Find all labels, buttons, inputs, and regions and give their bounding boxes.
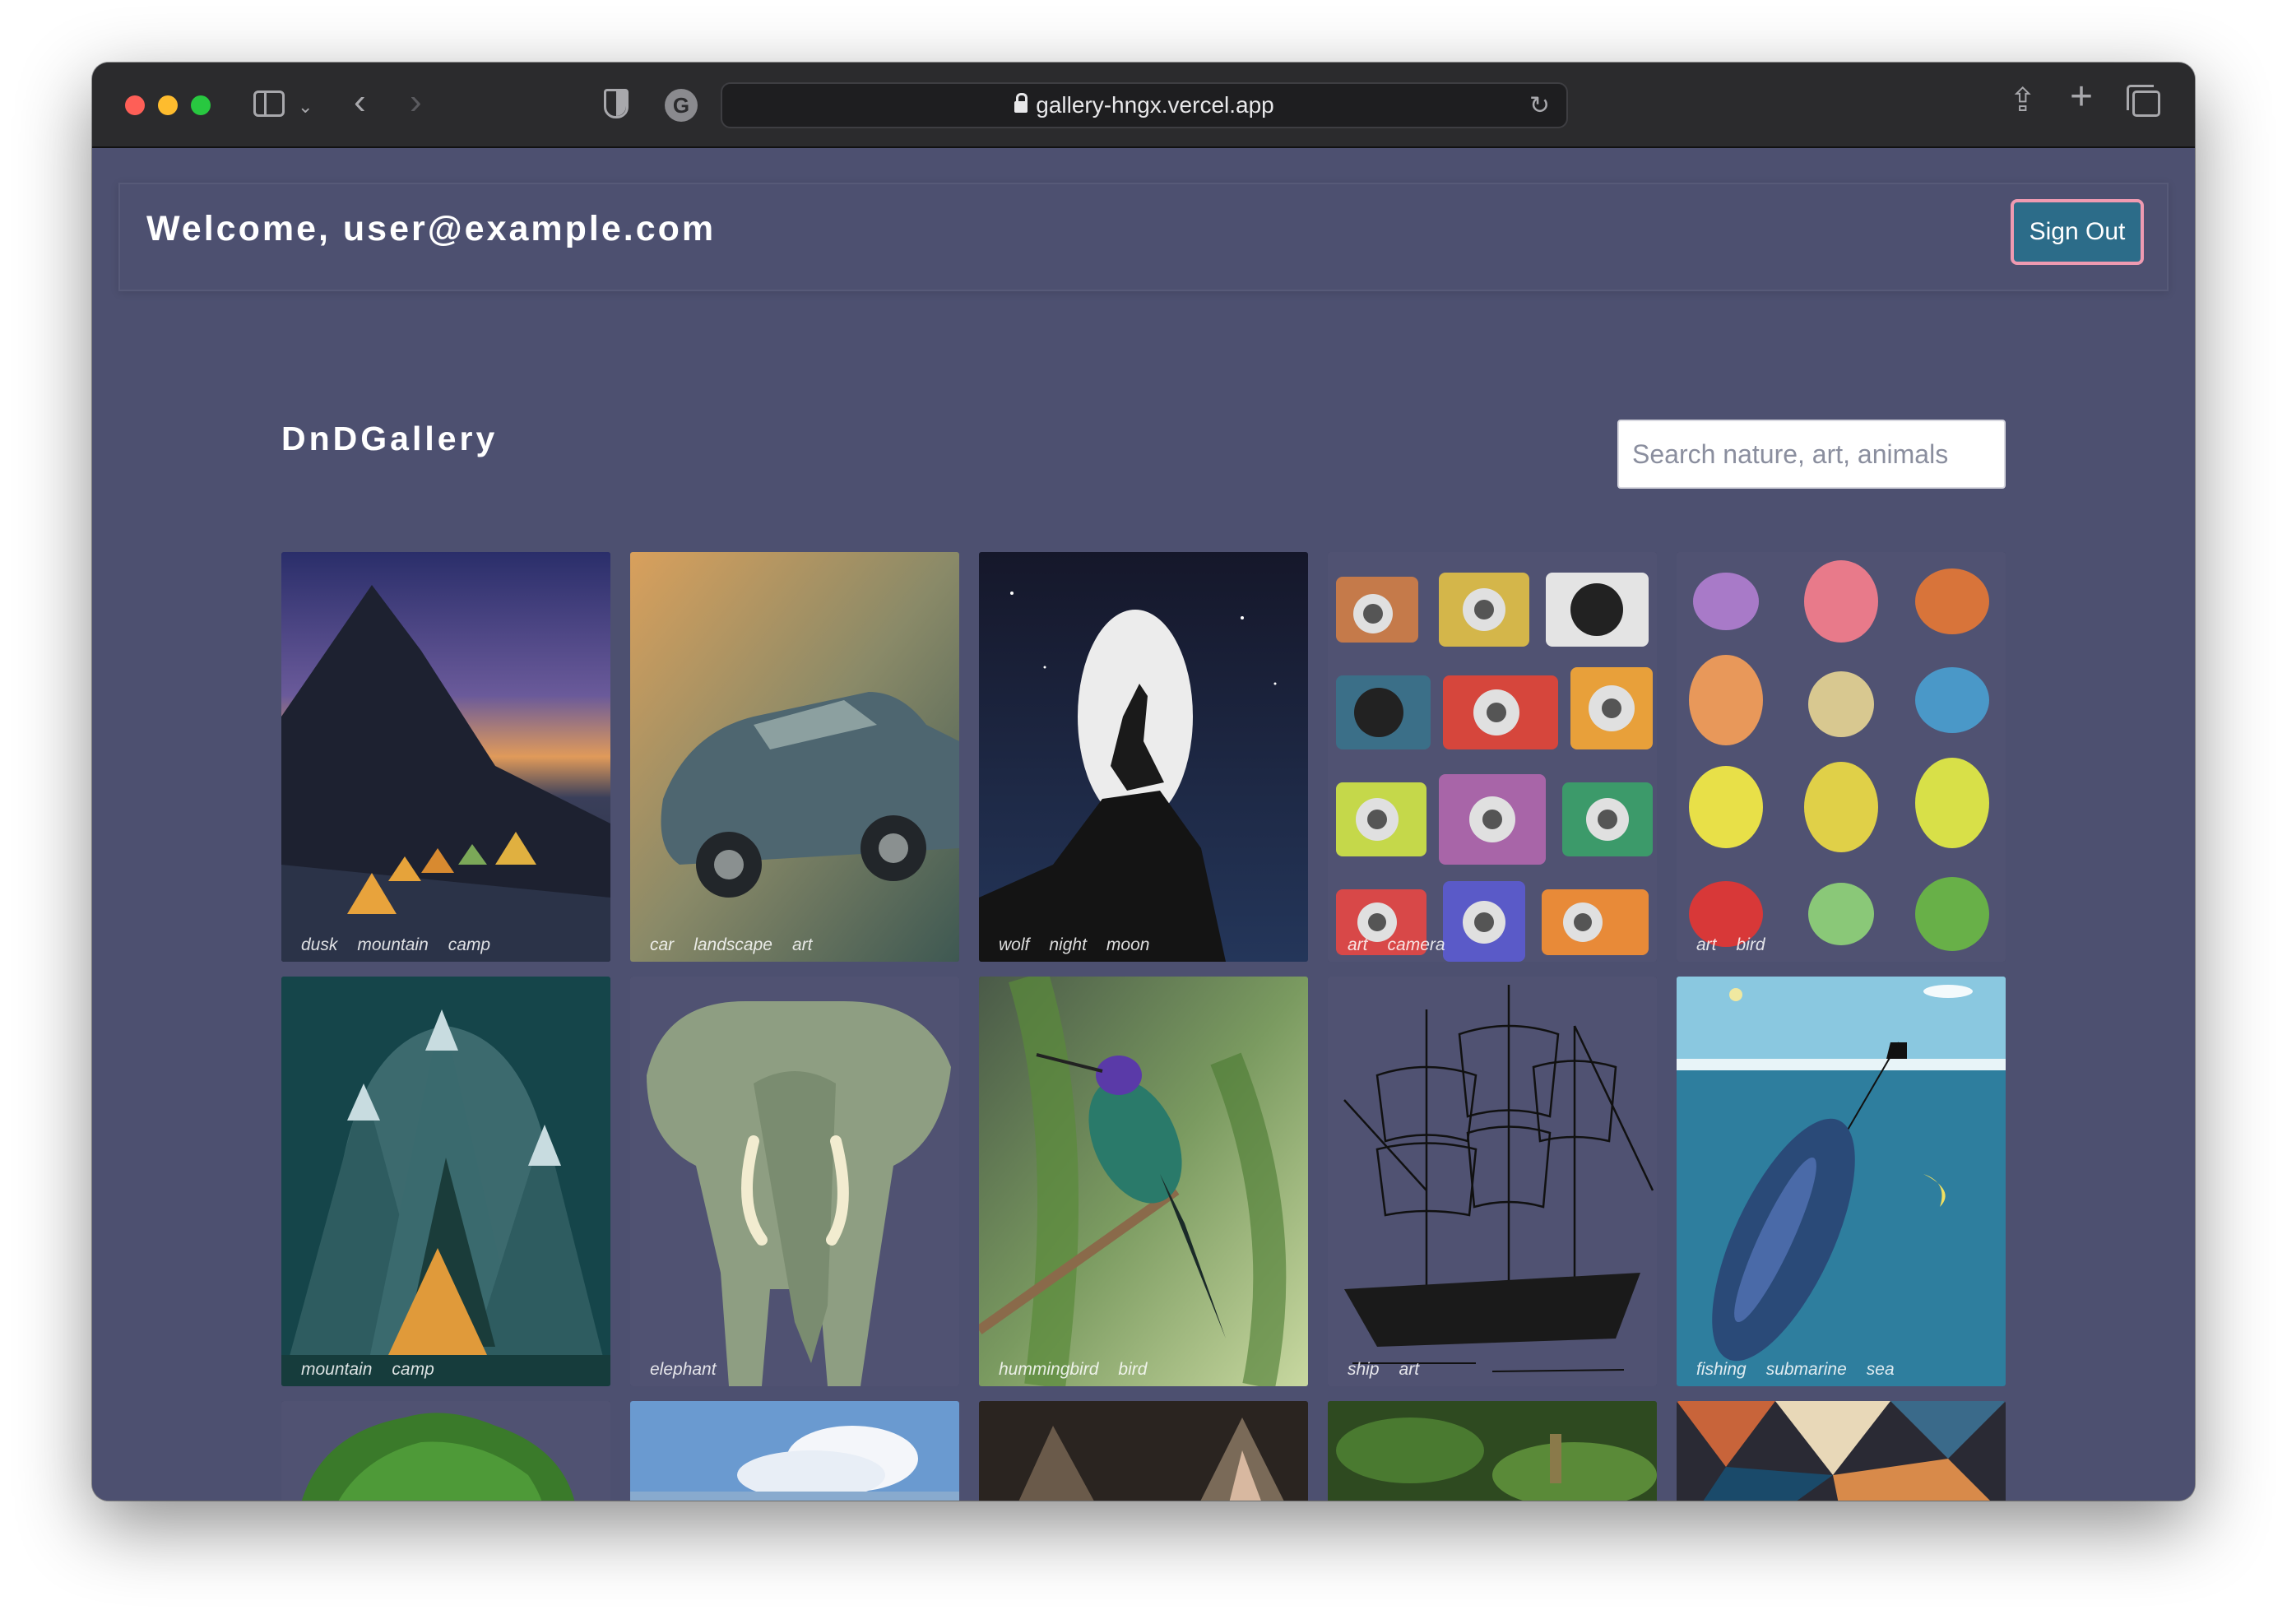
tag: art (1399, 1360, 1420, 1379)
elephant-image (630, 977, 959, 1386)
tag: mountain (357, 935, 429, 954)
browser-toolbar: ⌄ ‹ › G gallery-hngx.vercel.app ↻ ⇪ + (92, 63, 2195, 148)
tent-mountains-image (281, 977, 610, 1386)
card-tags: wolf night moon (999, 935, 1149, 955)
forward-arrow-icon[interactable]: › (410, 84, 422, 120)
tag: ship (1348, 1360, 1380, 1379)
welcome-message: Welcome, user@example.com (146, 209, 717, 248)
grass-field-image (1328, 1401, 1657, 1501)
abstract-painting-image (1677, 1401, 2006, 1501)
tag: art (791, 935, 813, 954)
cat-image (979, 1401, 1308, 1501)
tree-image (281, 1401, 610, 1501)
tag: car (650, 935, 675, 954)
sailing-ship-image (1328, 977, 1657, 1386)
card-tags: ship art (1348, 1360, 1419, 1380)
card-tags: mountain camp (301, 1360, 434, 1380)
gallery-card[interactable] (979, 1401, 1308, 1501)
tag: night (1049, 935, 1087, 954)
gallery-card[interactable] (1328, 1401, 1657, 1501)
app-header: Welcome, user@example.com Sign Out (118, 183, 2169, 291)
tag: landscape (694, 935, 772, 954)
card-tags: hummingbird bird (999, 1360, 1147, 1380)
tag: submarine (1765, 1360, 1847, 1379)
gallery-card[interactable]: art bird (1677, 552, 2006, 962)
gallery-card[interactable]: elephant (630, 977, 959, 1386)
card-tags: art camera (1348, 935, 1445, 955)
tag: moon (1106, 935, 1150, 954)
gallery-card[interactable]: fishing submarine sea (1677, 977, 2006, 1386)
grammarly-extension-icon[interactable]: G (665, 89, 698, 122)
gallery-grid: dusk mountain camp car landscape art wol… (281, 552, 2006, 1501)
card-tags: fishing submarine sea (1696, 1360, 1895, 1380)
search-input[interactable] (1617, 420, 2006, 489)
tag: bird (1118, 1360, 1148, 1379)
close-window-button[interactable] (125, 95, 145, 115)
tag: dusk (301, 935, 338, 954)
browser-window: ⌄ ‹ › G gallery-hngx.vercel.app ↻ ⇪ + We… (92, 63, 2195, 1501)
sidebar-toggle-icon[interactable] (253, 90, 285, 117)
address-bar[interactable]: gallery-hngx.vercel.app ↻ (721, 82, 1568, 128)
new-tab-icon[interactable]: + (2070, 77, 2093, 117)
gallery-card[interactable]: car landscape art (630, 552, 959, 962)
cartoon-cameras-image (1328, 552, 1657, 962)
tag: camp (448, 935, 491, 954)
clouds-sky-image (630, 1401, 959, 1501)
minimize-window-button[interactable] (158, 95, 178, 115)
tag: mountain (301, 1360, 373, 1379)
card-tags: art bird (1696, 935, 1765, 955)
tents-mountain-image (281, 552, 610, 962)
wolf-moon-image (979, 552, 1308, 962)
sign-out-button[interactable]: Sign Out (2011, 199, 2144, 265)
back-arrow-icon[interactable]: ‹ (354, 84, 366, 120)
whale-submarine-image (1677, 977, 2006, 1386)
tag: sea (1866, 1360, 1895, 1379)
cartoon-birds-image (1677, 552, 2006, 962)
zoom-window-button[interactable] (191, 95, 211, 115)
gallery-card[interactable]: art camera (1328, 552, 1657, 962)
tag: fishing (1696, 1360, 1747, 1379)
tab-overview-icon[interactable] (2127, 85, 2160, 117)
vintage-car-image (630, 552, 959, 962)
gallery-card[interactable] (630, 1401, 959, 1501)
gallery-card[interactable] (1677, 1401, 2006, 1501)
tag: art (1696, 935, 1717, 954)
page-content: Welcome, user@example.com Sign Out DnDGa… (92, 148, 2195, 1501)
tag: hummingbird (999, 1360, 1099, 1379)
gallery-title: DnDGallery (281, 420, 499, 457)
gallery-card[interactable]: wolf night moon (979, 552, 1308, 962)
chevron-down-icon[interactable]: ⌄ (298, 92, 313, 122)
card-tags: elephant (650, 1360, 717, 1380)
tag: camp (392, 1360, 434, 1379)
gallery-card[interactable]: ship art (1328, 977, 1657, 1386)
card-tags: car landscape art (650, 935, 812, 955)
tag: elephant (650, 1360, 717, 1379)
gallery-card[interactable]: dusk mountain camp (281, 552, 610, 962)
hummingbird-image (979, 977, 1308, 1386)
gallery-card[interactable]: hummingbird bird (979, 977, 1308, 1386)
lock-icon (1014, 93, 1028, 113)
reload-icon[interactable]: ↻ (1529, 94, 1550, 118)
gallery-card[interactable] (281, 1401, 610, 1501)
url-text: gallery-hngx.vercel.app (1036, 92, 1274, 118)
card-tags: dusk mountain camp (301, 935, 490, 955)
tag: art (1348, 935, 1368, 954)
share-icon[interactable]: ⇪ (2009, 84, 2037, 117)
tag: bird (1736, 935, 1765, 954)
privacy-shield-icon[interactable] (604, 89, 629, 118)
gallery-card[interactable]: mountain camp (281, 977, 610, 1386)
tag: wolf (999, 935, 1030, 954)
tag: camera (1387, 935, 1445, 954)
